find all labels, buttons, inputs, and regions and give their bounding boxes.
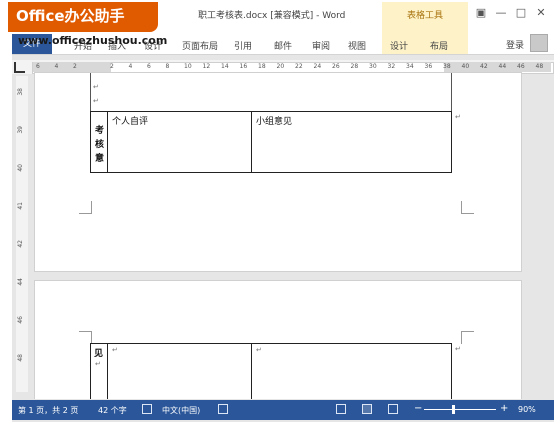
row-end-mark: ↵ (455, 345, 461, 353)
crop-mark (79, 201, 92, 214)
ruler-tick-label: 12 (202, 63, 211, 70)
zoom-slider[interactable] (424, 409, 496, 410)
ruler-tick-label: 32 (387, 63, 396, 70)
paragraph-mark: ↵ (95, 360, 101, 368)
ruler-tick-label: 38 (443, 63, 451, 70)
tab-references[interactable]: 引用 (234, 39, 252, 52)
ruler-tick-label: 4 (54, 63, 59, 70)
vertical-ruler[interactable]: 38 39 40 41 42 44 46 48 (16, 76, 28, 392)
zoom-level[interactable]: 90% (518, 405, 536, 414)
ruler-tick-label: 30 (369, 63, 377, 70)
tab-table-design[interactable]: 设计 (390, 39, 408, 52)
ruler-tick-label: 22 (295, 63, 303, 70)
print-layout-icon[interactable] (362, 404, 372, 414)
ruler-tick-label: 8 (165, 63, 170, 70)
ruler-tick-label: 44 (17, 278, 24, 286)
ruler-tick-label: 40 (461, 63, 470, 70)
side-label: 见 (94, 349, 104, 359)
ruler-tick-label: 18 (258, 63, 266, 70)
language-indicator[interactable]: 中文(中国) (162, 405, 200, 416)
tab-review[interactable]: 审阅 (312, 39, 330, 52)
close-button[interactable]: ✕ (534, 6, 548, 19)
document-title: 职工考核表.docx [兼容模式] - Word (198, 11, 346, 21)
tab-selector-icon[interactable] (14, 62, 25, 73)
crop-mark (461, 201, 474, 214)
ruler-tick-label: 38 (17, 88, 24, 96)
ruler-tick-label: 40 (17, 164, 24, 172)
document-page-2[interactable]: 见 ↵ ↵ ↵ ↵ (34, 280, 522, 399)
document-page-1[interactable]: ↵ ↵ 考核意 个人自评 小组意见 ↵ (34, 72, 522, 272)
watermark-logo: Office办公助手 www.officezhushou.com (8, 2, 167, 47)
tab-view[interactable]: 视图 (348, 39, 366, 52)
ruler-tick-label: 16 (239, 63, 248, 70)
table-cell-self-evaluation[interactable]: 个人自评 (107, 111, 252, 173)
paragraph-mark: ↵ (93, 97, 99, 105)
ruler-tick-label: 2 (73, 63, 77, 70)
ruler-tick-label: 2 (110, 63, 114, 70)
macro-recording-icon[interactable] (218, 404, 228, 414)
ruler-tick-label: 42 (17, 240, 24, 248)
ruler-tick-label: 10 (184, 63, 192, 70)
maximize-button[interactable]: □ (514, 6, 528, 19)
tab-mailings[interactable]: 邮件 (274, 39, 292, 52)
table-cell-group-opinion[interactable]: 小组意见 (251, 111, 452, 173)
watermark-brand: Office办公助手 (16, 7, 125, 25)
ruler-tick-label: 44 (498, 63, 507, 70)
table-cell[interactable]: ↵ (251, 343, 452, 399)
watermark-url: www.officezhushou.com (18, 34, 168, 47)
table-cell-side[interactable]: 考核意 (90, 111, 108, 173)
zoom-in-button[interactable]: + (500, 403, 508, 414)
table-cell-side[interactable]: 见 ↵ (90, 343, 108, 399)
avatar[interactable] (530, 34, 548, 52)
ruler-tick-label: 36 (424, 63, 433, 70)
tab-page-layout[interactable]: 页面布局 (182, 39, 218, 52)
ribbon-display-options-button[interactable]: ▣ (474, 6, 488, 19)
ruler-tick-label: 34 (406, 63, 414, 70)
ruler-tick-label: 46 (17, 316, 24, 324)
cell-end-mark: ↵ (256, 346, 262, 354)
page-count[interactable]: 第 1 页，共 2 页 (18, 405, 78, 416)
cell-group-opinion-label: 小组意见 (256, 117, 293, 127)
ruler-tick-label: 42 (480, 63, 488, 70)
row-end-mark: ↵ (455, 113, 461, 121)
web-layout-icon[interactable] (388, 404, 398, 414)
read-mode-icon[interactable] (336, 404, 346, 414)
tab-table-layout[interactable]: 布局 (430, 39, 448, 52)
table-tools-label: 表格工具 (406, 11, 443, 21)
crop-mark (461, 331, 474, 344)
ruler-tick-label: 48 (17, 354, 24, 362)
paragraph-mark: ↵ (93, 83, 99, 91)
ruler-tick-label: 41 (17, 202, 24, 210)
side-label: 考核意 (95, 126, 105, 164)
ruler-tick-label: 6 (147, 63, 151, 70)
zoom-slider-handle[interactable] (452, 405, 455, 414)
ruler-tick-label: 26 (332, 63, 340, 70)
cell-end-mark: ↵ (112, 346, 118, 354)
table-cell[interactable]: ↵ (107, 343, 252, 399)
ruler-tick-label: 14 (221, 63, 229, 70)
word-count[interactable]: 42 个字 (98, 405, 127, 416)
signin-link[interactable]: 登录 (506, 38, 524, 51)
ruler-tick-label: 46 (517, 63, 525, 70)
ruler-left-margin (33, 62, 111, 72)
table-tools-context: 表格工具 设计 布局 (382, 2, 468, 54)
status-bar: 第 1 页，共 2 页 42 个字 中文(中国) − + 90% (12, 400, 554, 420)
zoom-out-button[interactable]: − (414, 403, 422, 414)
cell-self-evaluation-label: 个人自评 (112, 117, 149, 127)
ruler-tick-label: 6 (36, 63, 40, 70)
minimize-button[interactable]: — (494, 6, 508, 19)
ruler-tick-label: 20 (276, 63, 285, 70)
proofing-icon[interactable] (142, 404, 152, 414)
ruler-tick-label: 4 (128, 63, 133, 70)
word-window: 职工考核表.docx [兼容模式] - Word ? ▣ — □ ✕ 文件 开始… (8, 2, 554, 422)
ruler-tick-label: 24 (313, 63, 322, 70)
ruler-tick-label: 39 (17, 126, 24, 134)
ruler-tick-label: 48 (535, 63, 544, 70)
ruler-tick-label: 28 (350, 63, 359, 70)
